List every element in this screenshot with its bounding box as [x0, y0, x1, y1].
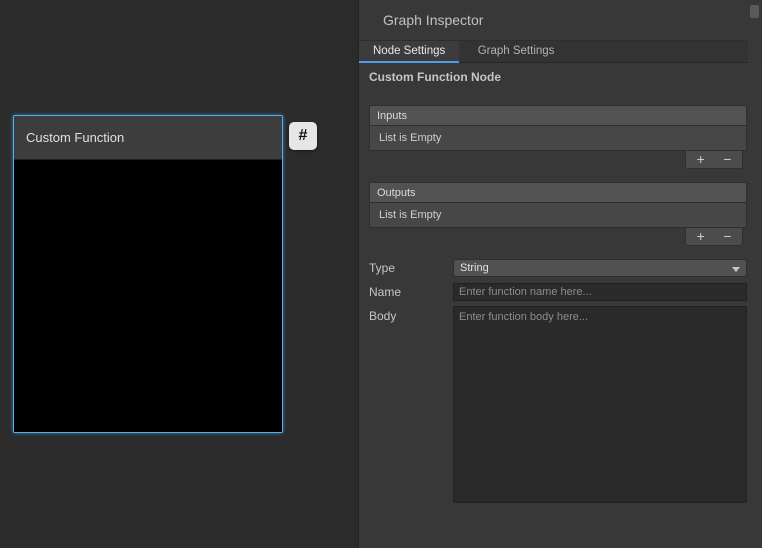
inspector-title: Graph Inspector [383, 12, 483, 28]
node-header[interactable]: Custom Function [14, 116, 282, 160]
custom-function-node[interactable]: Custom Function [13, 115, 283, 433]
graph-inspector-panel: Graph Inspector Node Settings Graph Sett… [358, 0, 762, 548]
hash-badge-icon[interactable]: # [289, 122, 317, 150]
remove-input-button[interactable]: − [715, 152, 739, 168]
type-dropdown-value: String [460, 262, 489, 274]
tab-node-settings[interactable]: Node Settings [359, 41, 459, 63]
shader-graph-window: Custom Function # Graph Inspector Node S… [0, 0, 762, 548]
inspector-header[interactable]: Graph Inspector [359, 0, 762, 41]
outputs-empty-row: List is Empty [369, 203, 747, 228]
body-field-label: Body [369, 309, 396, 323]
inspector-scrollbar[interactable] [748, 0, 761, 548]
function-name-input[interactable] [453, 283, 747, 301]
type-dropdown[interactable]: String [453, 259, 747, 277]
node-body[interactable] [14, 160, 282, 432]
inputs-list-header: Inputs [369, 105, 747, 126]
outputs-list-header: Outputs [369, 182, 747, 203]
chevron-down-icon [732, 267, 740, 272]
name-field-label: Name [369, 285, 401, 299]
remove-output-button[interactable]: − [715, 229, 739, 245]
type-field-label: Type [369, 261, 395, 275]
node-title: Custom Function [26, 130, 124, 145]
function-body-input[interactable] [453, 306, 747, 503]
tab-graph-settings[interactable]: Graph Settings [464, 41, 569, 63]
section-title: Custom Function Node [369, 70, 501, 84]
inspector-tab-bar: Node Settings Graph Settings [359, 41, 762, 63]
outputs-list-footer: + − [685, 228, 743, 246]
add-output-button[interactable]: + [689, 229, 713, 245]
add-input-button[interactable]: + [689, 152, 713, 168]
scrollbar-thumb[interactable] [750, 5, 759, 18]
inputs-empty-row: List is Empty [369, 126, 747, 151]
inputs-list-footer: + − [685, 151, 743, 169]
